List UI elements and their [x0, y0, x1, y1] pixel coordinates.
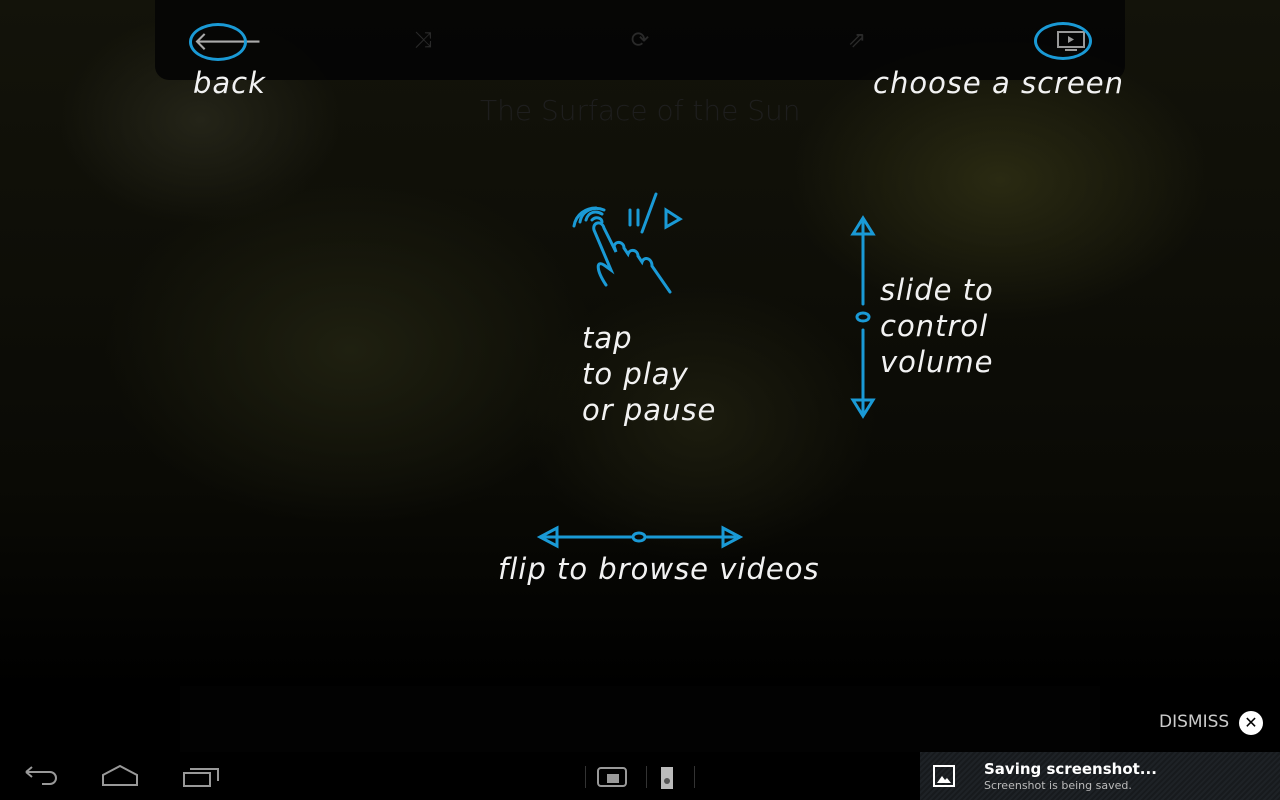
tap-hint-line: or pause — [582, 393, 717, 427]
notification-text: Screenshot is being saved. — [984, 779, 1132, 792]
screen-highlight-circle — [1034, 22, 1092, 60]
home-icon[interactable] — [100, 764, 140, 788]
tap-hint: tap to play or pause — [582, 320, 716, 428]
tap-hint-line: to play — [582, 357, 689, 391]
divider — [646, 766, 647, 788]
image-icon — [933, 765, 955, 787]
tap-gesture-icon — [572, 192, 683, 294]
volume-hint-line: volume — [880, 345, 994, 379]
shuffle-button[interactable]: ⤨ — [408, 28, 438, 54]
back-hint: back — [193, 66, 266, 100]
close-icon[interactable]: ✕ — [1239, 711, 1263, 735]
volume-hint-line: slide to — [880, 273, 994, 307]
shuffle-icon: ⤨ — [414, 28, 432, 53]
recent-apps-icon[interactable] — [182, 766, 220, 788]
divider — [694, 766, 695, 788]
volume-hint-line: control — [880, 309, 989, 343]
share-icon: ⇗ — [847, 28, 867, 53]
remote-app-icon[interactable] — [660, 766, 674, 790]
flip-hint: flip to browse videos — [498, 552, 820, 586]
volume-slide-arrow-icon — [850, 215, 876, 419]
choose-screen-hint: choose a screen — [873, 66, 1125, 100]
video-title: The Surface of the Sun — [480, 94, 801, 127]
divider — [585, 766, 586, 788]
dismiss-button[interactable]: DISMISS — [1159, 712, 1229, 732]
tap-hint-line: tap — [582, 321, 633, 355]
repeat-icon: ⟳ — [630, 28, 650, 53]
video-control-bar — [180, 686, 1100, 752]
notification-title: Saving screenshot... — [984, 760, 1157, 778]
back-icon[interactable] — [22, 766, 60, 788]
share-button[interactable]: ⇗ — [842, 28, 872, 54]
flip-arrow-icon — [536, 525, 744, 549]
dismiss-label: DISMISS — [1159, 712, 1230, 732]
screen-compat-icon[interactable] — [596, 766, 628, 788]
back-highlight-circle — [189, 23, 247, 61]
volume-hint: slide to control volume — [880, 272, 994, 380]
repeat-button[interactable]: ⟳ — [625, 28, 655, 54]
screenshot-notification[interactable]: Saving screenshot... Screenshot is being… — [920, 752, 1280, 800]
